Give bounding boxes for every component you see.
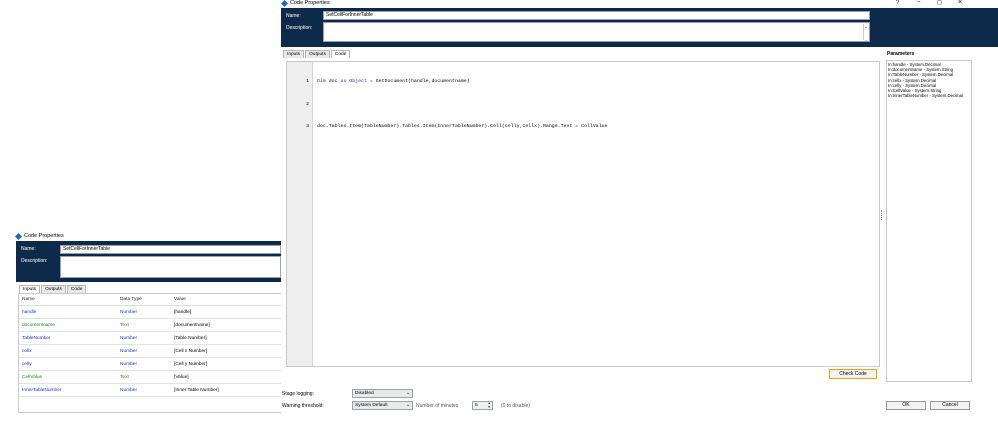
minutes-value: 5 <box>475 403 478 408</box>
row-type-cell[interactable]: Text <box>117 370 171 384</box>
code-text[interactable]: Dim doc as Object = GetDocument(handle,d… <box>317 63 608 146</box>
front-description-label: Description: <box>286 25 313 31</box>
row-type-cell[interactable]: Number <box>117 383 171 397</box>
front-description-field[interactable]: ▴ ▾ <box>323 22 870 43</box>
ok-button[interactable]: OK <box>886 401 926 410</box>
front-dialog-title-bar: Code Properties <box>280 0 330 7</box>
warning-threshold-select[interactable]: System Default ⌄ <box>352 401 413 410</box>
keyword-dim: Dim <box>317 79 326 84</box>
keyword-as-object: as Object <box>340 79 367 84</box>
app-icon <box>280 0 289 7</box>
stage-logging-label: Stage logging: <box>282 391 314 397</box>
minimize-button[interactable]: – <box>917 0 920 5</box>
row-name-cell[interactable]: TableNumber <box>19 331 117 345</box>
row-value-cell[interactable]: [handle] <box>171 305 283 319</box>
line-number: 3 <box>306 124 309 129</box>
front-tab-code[interactable]: Code <box>330 50 351 58</box>
description-scrollbar[interactable]: ▴ ▾ <box>863 24 868 43</box>
row-type-cell[interactable]: Number <box>117 357 171 371</box>
chevron-down-icon: ⌄ <box>405 403 410 408</box>
table-row[interactable]: CellValue Text [Value] <box>19 370 283 384</box>
inputs-table: Name Data Type Value handle Number [hand… <box>19 294 283 397</box>
line-number: 1 <box>306 79 309 84</box>
row-name-cell[interactable]: InnerTableNumber <box>19 383 117 397</box>
back-dialog-title: Code Properties <box>24 233 64 239</box>
row-value-cell[interactable]: [Cell x Number] <box>171 344 283 358</box>
row-name-cell[interactable]: celly <box>19 357 117 371</box>
row-value-cell[interactable]: [Cell y Number] <box>171 357 283 371</box>
row-name-cell[interactable]: handle <box>19 305 117 319</box>
front-tab-inputs[interactable]: Inputs <box>283 50 305 58</box>
back-dialog-title-bar: Code Properties <box>14 232 64 240</box>
row-name-cell[interactable]: CellValue <box>19 370 117 384</box>
row-name-cell[interactable]: cellx <box>19 344 117 358</box>
front-tab-outputs[interactable]: Outputs <box>305 50 330 58</box>
minutes-stepper[interactable]: 5 ▴ ▾ <box>472 401 493 410</box>
code-editor[interactable]: 1 2 3 Dim doc as Object = GetDocument(ha… <box>286 61 880 367</box>
front-dialog-title: Code Properties <box>290 0 330 6</box>
close-button[interactable]: × <box>958 0 962 6</box>
table-row[interactable]: InnerTableNumber Number [Inner Table Num… <box>19 383 283 397</box>
parameters-title: Parameters <box>887 51 915 57</box>
row-type-cell[interactable]: Number <box>117 331 171 345</box>
back-tab-inputs[interactable]: Inputs <box>19 285 41 293</box>
back-description-label: Description: <box>21 258 48 264</box>
back-tab-code[interactable]: Code <box>66 285 87 293</box>
code-fragment: doc <box>325 79 341 84</box>
column-header-name: Name <box>19 294 117 306</box>
row-name-cell[interactable]: documentname <box>19 318 117 332</box>
stepper-arrows-icon[interactable]: ▴ ▾ <box>488 401 490 409</box>
front-dialog: Code Properties ? – ◻ × Name: SetCellFor… <box>280 0 998 424</box>
row-type-cell[interactable]: Number <box>117 305 171 319</box>
line-number: 2 <box>306 101 309 107</box>
table-row[interactable]: documentname Text [documentname] <box>19 318 283 332</box>
table-row[interactable]: TableNumber Number [Table Number] <box>19 331 283 345</box>
minutes-label: Number of minutes <box>416 403 459 409</box>
back-tab-outputs[interactable]: Outputs <box>41 285 66 293</box>
code-line-1: Dim doc as Object = GetDocument(handle,d… <box>317 78 608 86</box>
cancel-button[interactable]: Cancel <box>930 401 970 410</box>
row-value-cell[interactable]: [Value] <box>171 370 283 384</box>
app-icon <box>14 232 23 240</box>
back-name-field[interactable]: SetCellForInnerTable <box>60 245 281 254</box>
table-row[interactable]: celly Number [Cell y Number] <box>19 357 283 371</box>
row-type-cell[interactable]: Text <box>117 318 171 332</box>
restore-button[interactable]: ◻ <box>937 0 942 6</box>
stage-logging-select[interactable]: Disabled ⌄ <box>352 389 413 398</box>
code-fragment: = GetDocument(handle,documentname) <box>366 79 470 84</box>
line-number-gutter: 1 2 3 <box>287 62 313 366</box>
table-header-row: Name Data Type Value <box>19 294 283 306</box>
front-name-field[interactable]: SetCellForInnerTable <box>323 11 870 20</box>
back-tab-strip: Inputs Outputs Code <box>19 285 87 293</box>
front-name-label: Name: <box>286 13 301 19</box>
row-type-cell[interactable]: Number <box>117 344 171 358</box>
back-description-field[interactable] <box>60 256 281 278</box>
table-row[interactable]: handle Number [handle] <box>19 305 283 319</box>
warning-threshold-label: Warning threshold: <box>282 403 324 409</box>
warning-threshold-value: System Default <box>355 403 388 408</box>
column-header-value: Value <box>171 294 283 306</box>
table-row[interactable]: cellx Number [Cell x Number] <box>19 344 283 358</box>
stage-logging-value: Disabled <box>355 391 374 396</box>
parameters-list[interactable]: In:handle - System.Decimal In:documentna… <box>886 60 972 382</box>
row-value-cell[interactable]: [Inner Table Number] <box>171 383 283 397</box>
row-value-cell[interactable]: [Table Number] <box>171 331 283 345</box>
row-value-cell[interactable]: [documentname] <box>171 318 283 332</box>
column-header-data-type: Data Type <box>117 294 171 306</box>
front-tab-strip: Inputs Outputs Code <box>283 50 351 58</box>
splitter-handle[interactable] <box>881 210 884 220</box>
back-name-label: Name: <box>21 246 36 252</box>
help-button[interactable]: ? <box>896 0 899 6</box>
check-code-button[interactable]: Check Code <box>829 369 877 379</box>
chevron-down-icon: ⌄ <box>405 391 410 396</box>
code-line-3: doc.Tables.Item(TableNumber).Tables.Item… <box>317 124 608 129</box>
minutes-hint: (0 to disable) <box>501 403 530 409</box>
parameter-item[interactable]: In:InnerTableNumber - System.Decimal <box>888 93 970 98</box>
back-inputs-panel: Name Data Type Value handle Number [hand… <box>18 293 284 413</box>
